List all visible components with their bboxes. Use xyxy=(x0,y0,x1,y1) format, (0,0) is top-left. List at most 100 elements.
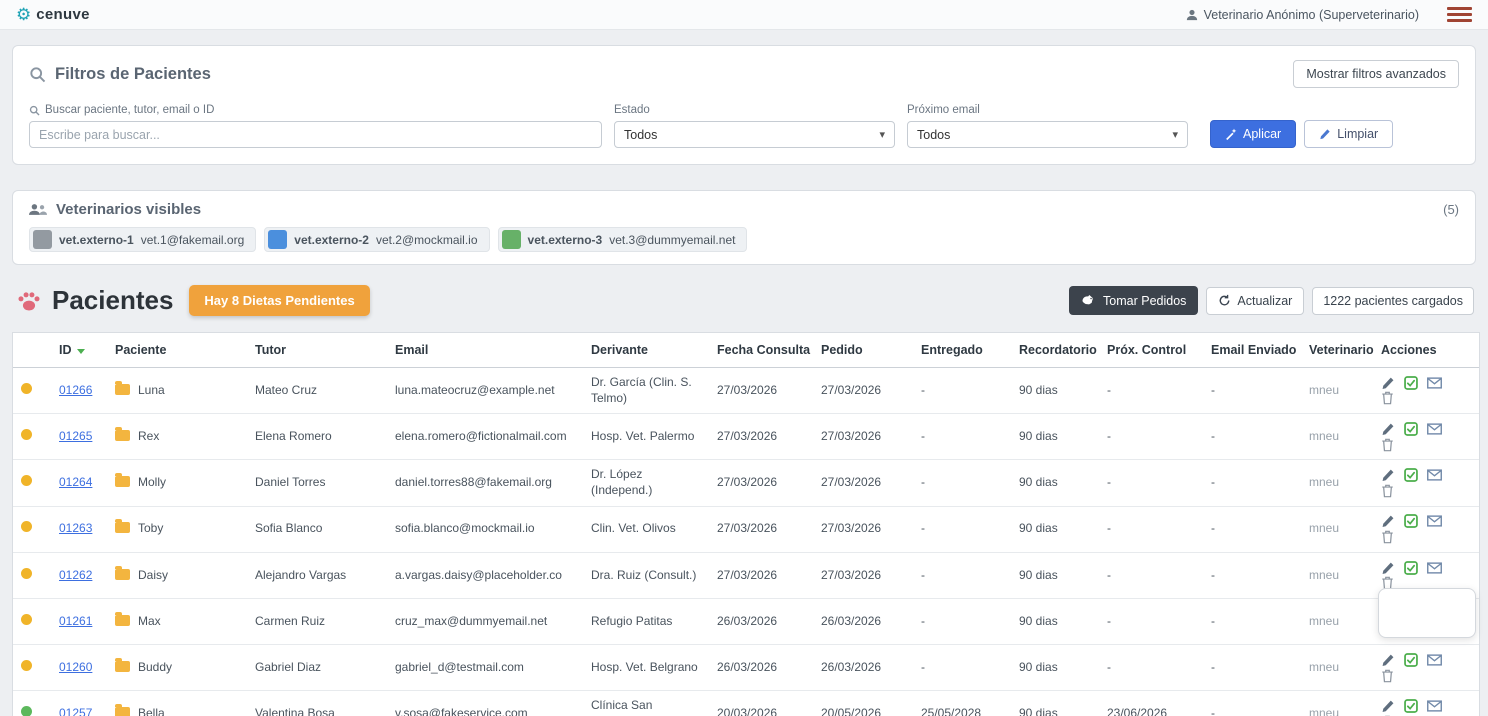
email-button[interactable] xyxy=(1427,562,1442,574)
edit-button[interactable] xyxy=(1381,699,1395,713)
column-header-derivante[interactable]: Derivante xyxy=(583,333,709,368)
column-header-prox-control[interactable]: Próx. Control xyxy=(1099,333,1203,368)
folder-icon xyxy=(115,661,130,672)
recordatorio: 90 dias xyxy=(1011,598,1099,644)
fecha-consulta: 27/03/2026 xyxy=(709,460,813,506)
patient-id-link[interactable]: 01265 xyxy=(59,429,92,443)
patient-id-link[interactable]: 01260 xyxy=(59,660,92,674)
patient-name: Luna xyxy=(138,383,165,397)
column-header-paciente[interactable]: Paciente xyxy=(107,333,247,368)
column-header-tutor[interactable]: Tutor xyxy=(247,333,387,368)
vet-chip[interactable]: vet.externo-1 vet.1@fakemail.org xyxy=(29,227,256,252)
column-header-acciones[interactable]: Acciones xyxy=(1373,333,1479,368)
vet-chip[interactable]: vet.externo-2 vet.2@mockmail.io xyxy=(264,227,489,252)
column-header-email[interactable]: Email xyxy=(387,333,583,368)
patient-id-link[interactable]: 01257 xyxy=(59,706,92,716)
status-dot xyxy=(21,475,32,486)
delete-button[interactable] xyxy=(1381,484,1394,498)
prox-control: - xyxy=(1099,645,1203,691)
check-square-button[interactable] xyxy=(1404,653,1418,667)
column-header-entregado[interactable]: Entregado xyxy=(913,333,1011,368)
patient-id-link[interactable]: 01263 xyxy=(59,521,92,535)
entregado: - xyxy=(913,645,1011,691)
refresh-button[interactable]: Actualizar xyxy=(1206,287,1304,315)
tutor-email: gabriel_d@testmail.com xyxy=(387,645,583,691)
delete-button[interactable] xyxy=(1381,438,1394,452)
estado-select[interactable]: Todos ▾ xyxy=(614,121,895,148)
vet-chip[interactable]: vet.externo-3 vet.3@dummyemail.net xyxy=(498,227,748,252)
estado-value: Todos xyxy=(624,128,657,142)
table-row: 01260 Buddy Gabriel Diaz gabriel_d@testm… xyxy=(13,645,1479,691)
take-orders-button[interactable]: Tomar Pedidos xyxy=(1069,286,1198,315)
check-square-button[interactable] xyxy=(1404,376,1418,390)
patient-id-link[interactable]: 01264 xyxy=(59,475,92,489)
derivante: Dr. López (Independ.) xyxy=(583,460,709,506)
hamburger-menu-icon[interactable] xyxy=(1447,7,1472,22)
email-icon xyxy=(1427,377,1442,392)
vet-email: vet.3@dummyemail.net xyxy=(609,233,735,247)
acciones xyxy=(1373,691,1479,716)
column-header-pedido[interactable]: Pedido xyxy=(813,333,913,368)
check-square-button[interactable] xyxy=(1404,514,1418,528)
column-header-veterinario[interactable]: Veterinario xyxy=(1301,333,1373,368)
tutor-email: daniel.torres88@fakemail.org xyxy=(387,460,583,506)
email-button[interactable] xyxy=(1427,654,1442,666)
patient-id-link[interactable]: 01266 xyxy=(59,383,92,397)
clear-button[interactable]: Limpiar xyxy=(1304,120,1393,148)
delete-button[interactable] xyxy=(1381,391,1394,405)
folder-icon xyxy=(115,569,130,580)
email-button[interactable] xyxy=(1427,469,1442,481)
search-icon xyxy=(29,66,46,83)
column-header-fecha-consulta[interactable]: Fecha Consulta xyxy=(709,333,813,368)
derivante: Hosp. Vet. Palermo xyxy=(583,414,709,460)
check-square-icon xyxy=(1404,378,1418,393)
email-button[interactable] xyxy=(1427,515,1442,527)
derivante: Clin. Vet. Olivos xyxy=(583,506,709,552)
edit-button[interactable] xyxy=(1381,468,1395,482)
edit-button[interactable] xyxy=(1381,422,1395,436)
delete-button[interactable] xyxy=(1381,669,1394,683)
pending-diets-button[interactable]: Hay 8 Dietas Pendientes xyxy=(189,285,369,316)
edit-button[interactable] xyxy=(1381,514,1395,528)
column-header-id[interactable]: ID xyxy=(51,333,107,368)
table-row: 01257 Bella Valentina Bosa v.sosa@fakese… xyxy=(13,691,1479,716)
paw-icon xyxy=(16,288,42,314)
refresh-icon xyxy=(1218,294,1231,307)
email-button[interactable] xyxy=(1427,700,1442,712)
acciones xyxy=(1373,368,1479,414)
check-square-button[interactable] xyxy=(1404,699,1418,713)
chevron-down-icon: ▾ xyxy=(879,128,885,141)
user-menu[interactable]: Veterinario Anónimo (Superveterinario) xyxy=(1186,8,1419,22)
patient-id-link[interactable]: 01262 xyxy=(59,568,92,582)
vet-name: vet.externo-3 xyxy=(528,233,603,247)
pedido: 20/05/2026 xyxy=(813,691,913,716)
column-header-email-enviado[interactable]: Email Enviado xyxy=(1203,333,1301,368)
veterinario: mneu xyxy=(1301,691,1373,716)
edit-button[interactable] xyxy=(1381,561,1395,575)
check-square-button[interactable] xyxy=(1404,468,1418,482)
check-square-icon xyxy=(1404,563,1418,578)
email-button[interactable] xyxy=(1427,377,1442,389)
search-input[interactable] xyxy=(29,121,602,148)
advanced-filters-button[interactable]: Mostrar filtros avanzados xyxy=(1293,60,1459,88)
patient-name: Max xyxy=(138,614,161,628)
brand-name: cenuve xyxy=(36,6,90,23)
edit-button[interactable] xyxy=(1381,376,1395,390)
check-square-button[interactable] xyxy=(1404,422,1418,436)
email-button[interactable] xyxy=(1427,423,1442,435)
brand[interactable]: ⚙ cenuve xyxy=(16,6,90,23)
apply-button[interactable]: Aplicar xyxy=(1210,120,1296,148)
fecha-consulta: 27/03/2026 xyxy=(709,552,813,598)
prox-control: 23/06/2026 xyxy=(1099,691,1203,716)
tutor-email: a.vargas.daisy@placeholder.co xyxy=(387,552,583,598)
patient-id-link[interactable]: 01261 xyxy=(59,614,92,628)
proximo-email-select[interactable]: Todos ▾ xyxy=(907,121,1188,148)
column-header-recordatorio[interactable]: Recordatorio xyxy=(1011,333,1099,368)
check-square-button[interactable] xyxy=(1404,561,1418,575)
tutor-name: Daniel Torres xyxy=(247,460,387,506)
prox-control: - xyxy=(1099,552,1203,598)
edit-button[interactable] xyxy=(1381,653,1395,667)
status-dot xyxy=(21,429,32,440)
proximo-email-value: Todos xyxy=(917,128,950,142)
delete-button[interactable] xyxy=(1381,530,1394,544)
